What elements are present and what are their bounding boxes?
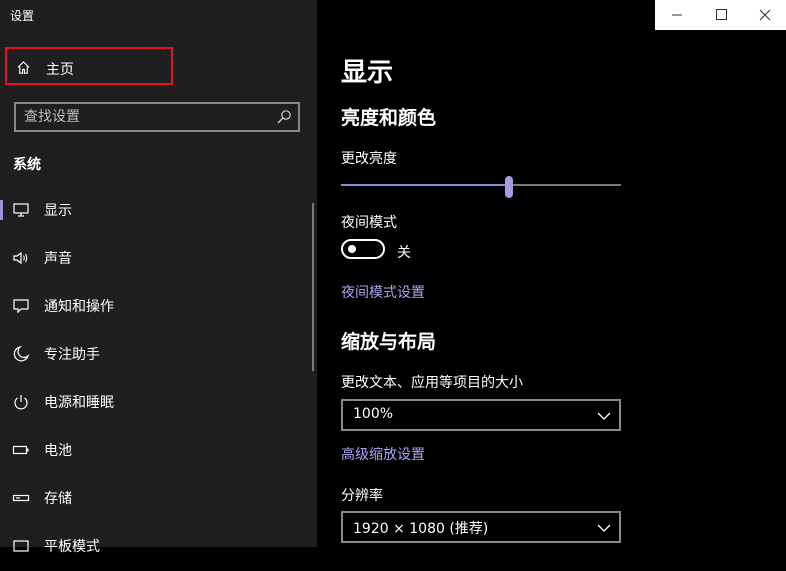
search-icon[interactable] [276, 109, 292, 125]
home-icon [17, 61, 30, 74]
resolution-label: 分辨率 [341, 488, 383, 504]
sidebar-item-display[interactable]: 显示 [0, 187, 317, 235]
night-mode-settings-link[interactable]: 夜间模式设置 [341, 282, 425, 302]
section-heading-system: 系统 [13, 157, 41, 173]
maximize-icon [716, 9, 727, 20]
scale-dropdown[interactable]: 100% [341, 399, 621, 431]
slider-track [509, 184, 621, 186]
resolution-value: 1920 × 1080 (推荐) [353, 521, 489, 537]
night-mode-toggle[interactable] [341, 239, 385, 259]
advanced-scaling-link[interactable]: 高级缩放设置 [341, 444, 425, 464]
sidebar-item-label: 声音 [44, 251, 72, 267]
search-input[interactable] [24, 107, 264, 127]
main-panel: 显示 亮度和颜色 更改亮度 夜间模式 关 夜间模式设置 缩放与布局 更改文本、应… [317, 0, 786, 547]
power-icon [14, 395, 28, 410]
minimize-icon [672, 14, 682, 16]
sidebar-item-label: 平板模式 [44, 539, 100, 555]
battery-icon [12, 445, 29, 455]
section-heading-brightness: 亮度和颜色 [341, 107, 437, 129]
moon-icon [13, 345, 30, 362]
speaker-icon [13, 251, 28, 265]
sidebar-item-storage[interactable]: 存储 [0, 475, 317, 523]
sidebar-item-label: 电源和睡眠 [44, 395, 114, 411]
sidebar-item-home[interactable]: 主页 [5, 47, 173, 85]
sidebar-item-tablet-mode[interactable]: 平板模式 [0, 523, 317, 571]
app-title: 设置 [10, 9, 35, 23]
sidebar-item-label: 存储 [44, 491, 72, 507]
sidebar-scrollbar[interactable] [312, 203, 314, 371]
scale-value: 100% [353, 406, 394, 422]
close-button[interactable] [743, 0, 786, 30]
sidebar-item-label: 专注助手 [44, 347, 100, 363]
brightness-label: 更改亮度 [341, 151, 397, 167]
chevron-down-icon [597, 524, 611, 532]
storage-icon [12, 494, 30, 502]
brightness-slider[interactable] [341, 176, 621, 198]
title-bar-controls [655, 0, 786, 30]
sidebar-item-label: 主页 [46, 62, 74, 78]
night-mode-label: 夜间模式 [341, 215, 397, 231]
scale-label: 更改文本、应用等项目的大小 [341, 375, 523, 391]
maximize-button[interactable] [699, 0, 743, 30]
section-heading-scale-layout: 缩放与布局 [341, 331, 437, 353]
sidebar-item-battery[interactable]: 电池 [0, 427, 317, 475]
minimize-button[interactable] [655, 0, 699, 30]
sidebar-item-label: 通知和操作 [44, 299, 114, 315]
monitor-icon [13, 203, 29, 217]
night-mode-state: 关 [397, 245, 411, 261]
sidebar-item-power[interactable]: 电源和睡眠 [0, 379, 317, 427]
selected-indicator [0, 200, 3, 220]
resolution-dropdown[interactable]: 1920 × 1080 (推荐) [341, 511, 621, 543]
search-box[interactable] [14, 102, 300, 132]
sidebar-item-label: 电池 [44, 443, 72, 459]
close-icon [759, 9, 771, 21]
toggle-knob [348, 245, 356, 253]
chevron-down-icon [597, 412, 611, 420]
sidebar-item-notifications[interactable]: 通知和操作 [0, 283, 317, 331]
sidebar: 设置 主页 系统 显示 声音 通知和操作 [0, 0, 317, 555]
sidebar-item-sound[interactable]: 声音 [0, 235, 317, 283]
sidebar-item-label: 显示 [44, 203, 72, 219]
slider-thumb[interactable] [505, 176, 513, 198]
sidebar-item-focus-assist[interactable]: 专注助手 [0, 331, 317, 379]
tablet-icon [13, 540, 29, 552]
notification-icon [13, 299, 29, 314]
page-title: 显示 [341, 58, 394, 88]
slider-track-fill [341, 184, 509, 186]
